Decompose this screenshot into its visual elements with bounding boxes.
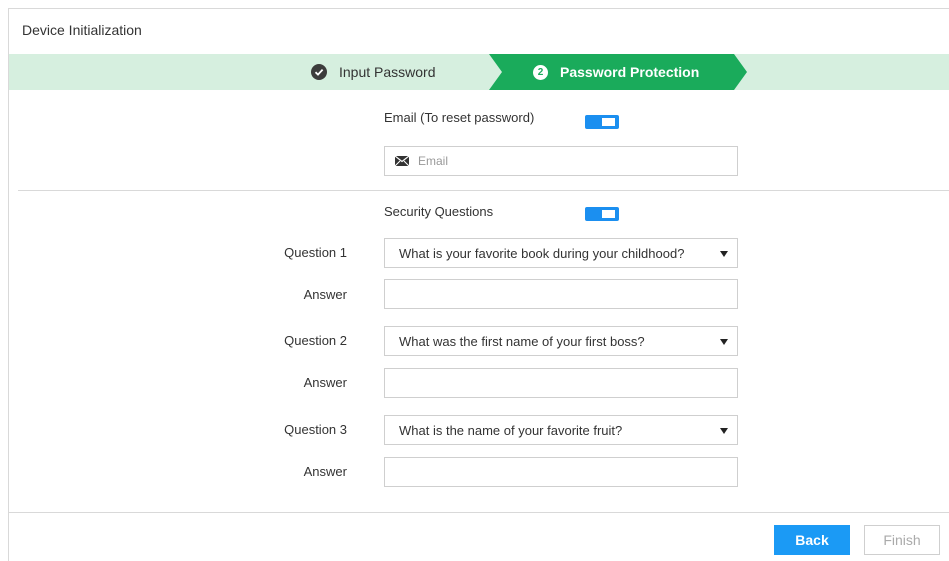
- email-field[interactable]: Email: [384, 146, 738, 176]
- step-input-password: Input Password: [311, 54, 436, 90]
- step-label: Input Password: [339, 64, 436, 80]
- security-questions-label: Security Questions: [384, 204, 494, 219]
- question-2-label: Question 2: [284, 333, 347, 348]
- footer-divider: [9, 512, 949, 513]
- chevron-down-icon: [720, 251, 728, 257]
- finish-button[interactable]: Finish: [864, 525, 940, 555]
- question-1-select[interactable]: What is your favorite book during your c…: [384, 238, 738, 268]
- question-2-select[interactable]: What was the first name of your first bo…: [384, 326, 738, 356]
- answer-3-field[interactable]: [384, 457, 738, 487]
- question-3-select[interactable]: What is the name of your favorite fruit?: [384, 415, 738, 445]
- question-3-label: Question 3: [284, 422, 347, 437]
- back-button[interactable]: Back: [774, 525, 850, 555]
- answer-3-label: Answer: [303, 464, 347, 479]
- question-3-value: What is the name of your favorite fruit?: [399, 423, 623, 438]
- email-placeholder: Email: [418, 154, 449, 168]
- answer-1-label: Answer: [303, 287, 347, 302]
- question-2-value: What was the first name of your first bo…: [399, 334, 645, 349]
- chevron-down-icon: [720, 339, 728, 345]
- email-toggle[interactable]: [585, 115, 619, 129]
- step-label: Password Protection: [560, 64, 700, 80]
- chevron-down-icon: [720, 428, 728, 434]
- step-number-badge: 2: [533, 64, 548, 80]
- section-divider: [18, 190, 949, 191]
- answer-1-field[interactable]: [384, 279, 738, 309]
- security-toggle[interactable]: [585, 207, 619, 221]
- question-1-label: Question 1: [284, 245, 347, 260]
- question-1-value: What is your favorite book during your c…: [399, 246, 685, 261]
- mail-icon: [395, 156, 409, 166]
- step-bar: Input Password 2 Password Protection: [9, 54, 949, 90]
- dialog-title: Device Initialization: [22, 22, 142, 38]
- answer-2-field[interactable]: [384, 368, 738, 398]
- check-icon: [311, 64, 327, 80]
- answer-2-label: Answer: [303, 375, 347, 390]
- email-label: Email (To reset password): [384, 110, 535, 125]
- step-password-protection: 2 Password Protection: [489, 54, 747, 90]
